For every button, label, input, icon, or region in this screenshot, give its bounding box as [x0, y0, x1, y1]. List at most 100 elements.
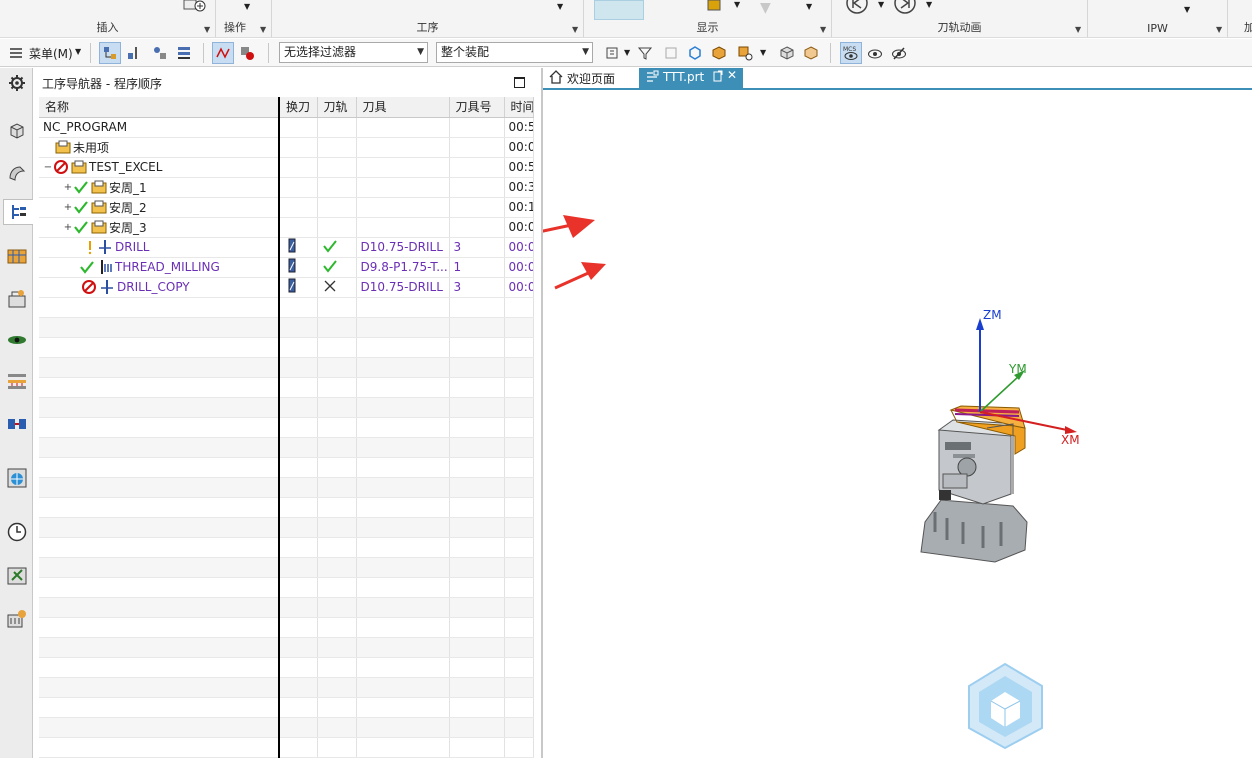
- maximize-button[interactable]: [514, 77, 525, 88]
- column-header-tool[interactable]: 刀具: [356, 97, 450, 118]
- program-order-view-button[interactable]: [99, 42, 121, 64]
- part-tab-icon: [645, 70, 659, 87]
- type-filter-icon: [606, 47, 618, 59]
- visibility-button[interactable]: [4, 327, 30, 353]
- table-row[interactable]: DRILL_COPY D10.75-DRILL 3 00:0: [39, 277, 534, 298]
- type-filter-button[interactable]: [602, 42, 624, 64]
- chevron-down-icon[interactable]: ▼: [878, 0, 884, 9]
- column-header-tool-change[interactable]: 换刀: [279, 97, 318, 118]
- expand-icon[interactable]: +: [63, 182, 73, 193]
- settings-button[interactable]: [4, 70, 30, 96]
- assembly-scope-select[interactable]: 整个装配 ▼: [436, 42, 593, 63]
- menu-button[interactable]: 菜单(M): [29, 45, 73, 62]
- collapse-icon[interactable]: −: [43, 162, 53, 173]
- row-time: 00:1: [504, 197, 534, 218]
- reuse-library-icon: [7, 610, 26, 628]
- chevron-down-icon[interactable]: ▼: [760, 48, 766, 57]
- table-row[interactable]: − TEST_EXCEL 00:5: [39, 157, 534, 178]
- library-button[interactable]: [4, 286, 30, 312]
- verify-button[interactable]: [236, 42, 258, 64]
- operation-navigator: 工序导航器 - 程序顺序 名称 换刀 刀轨 刀具 刀具号 时间 NC_PROGR…: [34, 68, 576, 758]
- hamburger-icon[interactable]: [10, 47, 22, 61]
- tools-button[interactable]: [4, 562, 30, 588]
- display-preview[interactable]: [594, 0, 644, 20]
- select-component-button[interactable]: [660, 42, 682, 64]
- assembly-navigator-button[interactable]: [4, 118, 30, 144]
- graphics-viewport[interactable]: ZM YM XM: [476, 92, 1252, 758]
- ribbon-group-label: 工序: [416, 21, 439, 34]
- view-cube-button[interactable]: [776, 42, 798, 64]
- part-navigator-button[interactable]: [4, 160, 30, 186]
- separator: [90, 43, 91, 63]
- table-row[interactable]: THREAD_MILLING D9.8-P1.75-T... 1 00:0: [39, 257, 534, 278]
- column-header-time[interactable]: 时间: [504, 97, 534, 118]
- selection-filter-select[interactable]: 无选择过滤器 ▼: [279, 42, 428, 63]
- layer-manager-button[interactable]: [4, 369, 30, 395]
- column-header-path[interactable]: 刀轨: [317, 97, 357, 118]
- table-row[interactable]: NC_PROGRAM 00:5: [39, 117, 534, 138]
- show-toolpath-button[interactable]: [864, 42, 886, 64]
- view-box-button[interactable]: [800, 42, 822, 64]
- tool-change-icon: [284, 258, 300, 274]
- ribbon-group-label: 刀轨动画: [937, 21, 982, 34]
- geometry-view-button[interactable]: [149, 42, 171, 64]
- chevron-down-icon[interactable]: ▼: [557, 2, 563, 11]
- machine-navigator-button[interactable]: [4, 243, 30, 269]
- vise-model[interactable]: [920, 405, 1028, 563]
- filter-button[interactable]: [634, 42, 656, 64]
- tool-change-icon: [284, 238, 300, 254]
- separator: [268, 43, 269, 63]
- table-row[interactable]: 未用项 00:0: [39, 137, 534, 158]
- column-header-name[interactable]: 名称: [39, 97, 280, 118]
- row-tool-number: [449, 137, 505, 158]
- geometry-view-icon: [154, 47, 166, 59]
- constraints-button[interactable]: [4, 411, 30, 437]
- create-operation-icon[interactable]: [182, 0, 208, 14]
- history-button[interactable]: [4, 519, 30, 545]
- chevron-down-icon[interactable]: ▼: [624, 48, 630, 57]
- chevron-down-icon[interactable]: ▼: [806, 2, 812, 11]
- folder-icon: [91, 219, 107, 235]
- hide-toolpath-button[interactable]: [888, 42, 910, 64]
- table-row[interactable]: + 安周_2 00:1: [39, 197, 534, 218]
- column-header-tool-number[interactable]: 刀具号: [449, 97, 505, 118]
- operation-navigator-button[interactable]: [3, 199, 33, 225]
- snap-point-button[interactable]: [734, 42, 756, 64]
- tab-part-file[interactable]: TTT.prt ✕: [639, 68, 743, 88]
- chevron-down-icon[interactable]: ▼: [75, 47, 81, 56]
- document-tabs: 欢迎页面 TTT.prt ✕: [543, 68, 1252, 90]
- chevron-down-icon[interactable]: ▼: [734, 0, 740, 9]
- ribbon-group-toolpath-animation: ▼ ▼ ▼ 刀轨动画: [832, 0, 1088, 37]
- empty-row: [39, 717, 534, 738]
- select-body-button[interactable]: [708, 42, 730, 64]
- reuse-library-button[interactable]: [4, 606, 30, 632]
- chevron-down-icon[interactable]: ▼: [926, 0, 932, 9]
- table-row[interactable]: + 安周_1 00:3: [39, 177, 534, 198]
- drill-operation-icon: [99, 279, 115, 295]
- web-browser-button[interactable]: [4, 465, 30, 491]
- select-face-button[interactable]: [684, 42, 706, 64]
- shade-icon[interactable]: [706, 0, 722, 17]
- row-tool-number: 3: [449, 277, 505, 298]
- chevron-down-icon[interactable]: ▼: [244, 2, 250, 11]
- table-row[interactable]: + 安周_3 00:0: [39, 217, 534, 238]
- ribbon: ▼ 插入 ▼ ▼ 操作 ▼ ▼ 工序 ▼ ▼ ▼ ▼ 显示 ▼ ▼ ▼ 刀轨动画…: [0, 0, 1252, 38]
- step-forward-icon[interactable]: [894, 0, 916, 17]
- close-icon[interactable]: ✕: [727, 68, 737, 82]
- expand-icon[interactable]: +: [63, 202, 73, 213]
- tab-welcome[interactable]: 欢迎页面: [543, 68, 639, 88]
- chevron-down-icon[interactable]: ▼: [1184, 5, 1190, 14]
- expand-icon[interactable]: +: [63, 222, 73, 233]
- chevron-down-icon: ▼: [582, 47, 589, 57]
- method-view-button[interactable]: [173, 42, 195, 64]
- toolpath-view-button[interactable]: [212, 42, 234, 64]
- empty-rows: [39, 297, 534, 758]
- snap-point-icon: [738, 46, 753, 61]
- step-back-icon[interactable]: [846, 0, 868, 17]
- eye-icon: [8, 336, 26, 344]
- undock-icon[interactable]: [713, 70, 723, 85]
- table-row[interactable]: DRILL D10.75-DRILL 3 00:0: [39, 237, 534, 258]
- machine-tool-view-button[interactable]: [123, 42, 145, 64]
- part-navigator-icon: [9, 166, 26, 181]
- mcs-display-button[interactable]: MCS: [840, 42, 862, 64]
